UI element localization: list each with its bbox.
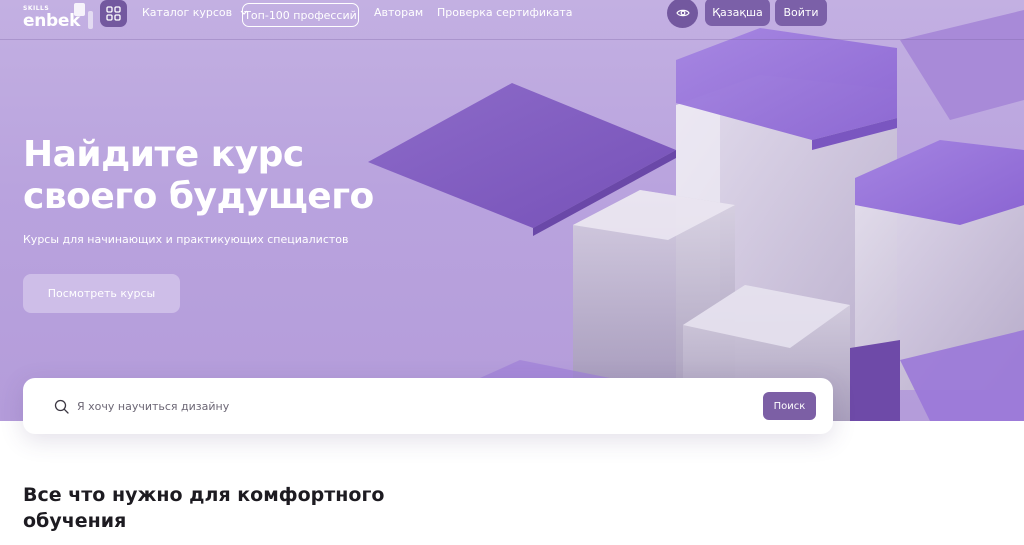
nav-top100-button[interactable]: Топ-100 профессий <box>242 3 359 27</box>
eye-icon <box>675 9 690 17</box>
nav-catalog-dropdown[interactable]: Каталог курсов <box>142 6 248 19</box>
view-courses-button[interactable]: Посмотреть курсы <box>23 274 180 313</box>
search-bar: Поиск <box>23 378 833 434</box>
grid-icon <box>106 6 121 21</box>
login-button[interactable]: Войти <box>775 0 827 26</box>
accessibility-button[interactable] <box>667 0 698 28</box>
nav-catalog-label: Каталог курсов <box>142 6 233 19</box>
top-navigation: SKILLS enbek Каталог курсов Топ-100 проф… <box>0 0 1024 40</box>
search-button[interactable]: Поиск <box>763 392 816 420</box>
logo-mark-shape <box>74 3 85 16</box>
nav-certificate-link[interactable]: Проверка сертификата <box>437 6 573 19</box>
search-input[interactable] <box>77 396 677 416</box>
search-icon <box>54 399 69 414</box>
enbek-logo[interactable]: SKILLS enbek <box>23 3 93 33</box>
purple-cube-side <box>850 340 900 421</box>
logo-mark-shape <box>88 11 93 29</box>
hero-section: SKILLS enbek Каталог курсов Топ-100 проф… <box>0 0 1024 421</box>
hero-title-line: своего будущего <box>23 176 374 217</box>
hero-title-line: Найдите курс <box>23 134 304 175</box>
logo-wordmark: enbek <box>23 11 81 31</box>
section-title-line: Все что нужно для комфортного <box>23 484 385 506</box>
nav-authors-link[interactable]: Авторам <box>374 6 423 19</box>
section-title: Все что нужно для комфортного обучения <box>23 482 443 534</box>
language-switch-button[interactable]: Қазақша <box>705 0 770 26</box>
hero-title: Найдите курс своего будущего <box>23 134 423 218</box>
apps-menu-button[interactable] <box>100 0 127 27</box>
hero-subtitle: Курсы для начинающих и практикующих спец… <box>23 233 349 246</box>
section-title-line: обучения <box>23 510 127 532</box>
